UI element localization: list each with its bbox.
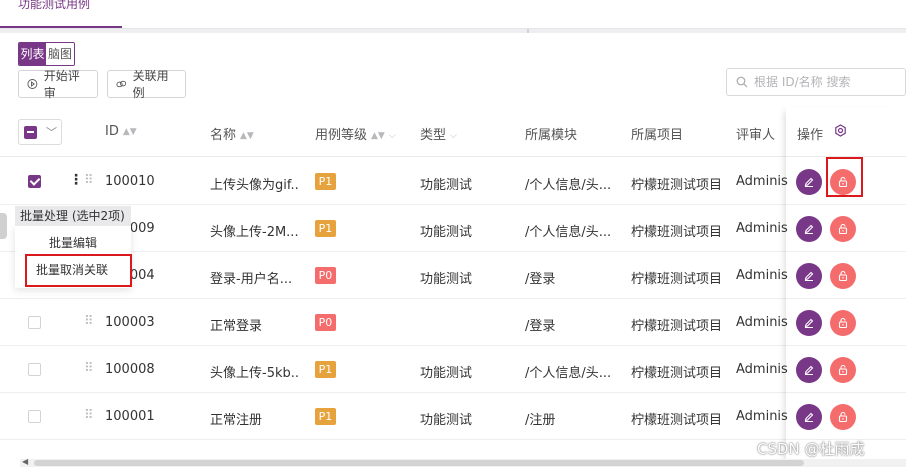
sort-icon[interactable]: ▲▼	[123, 127, 137, 137]
cell-name: 登录-用户名...	[210, 272, 293, 287]
link-icon	[116, 80, 127, 88]
play-circle-icon	[27, 79, 38, 89]
col-module: 所属模块	[525, 128, 578, 143]
col-reviewer: 评审人	[736, 128, 776, 143]
col-id-label: ID	[105, 124, 119, 139]
row-checkbox[interactable]	[28, 410, 41, 423]
cell-id: 100003	[105, 315, 155, 330]
cell-reviewer: Administ	[736, 362, 788, 377]
col-type-label: 类型	[420, 128, 447, 143]
col-name[interactable]: 名称 ▲▼	[210, 124, 254, 143]
col-type[interactable]: 类型 ⌵	[420, 124, 457, 143]
row-checkbox[interactable]	[28, 175, 41, 188]
table-header: ﹀ ID ▲▼ 名称 ▲▼ 用例等级 ▲▼ ⌵ 类型 ⌵ 所属模块 所属项目 评审人 操作	[0, 107, 906, 157]
cell-project: 柠檬班测试项目	[631, 366, 723, 381]
batch-title: 批量处理 (选中2项)	[15, 206, 131, 226]
start-review-button[interactable]: 开始评审	[18, 69, 98, 100]
sort-icon[interactable]: ▲▼	[240, 131, 254, 141]
cell-id: 100010	[105, 174, 155, 189]
start-review-label: 开始评审	[43, 69, 80, 100]
cell-name: 正常注册	[210, 413, 263, 428]
select-all-dropdown[interactable]: ﹀	[18, 119, 62, 145]
cell-reviewer: Administ	[736, 409, 788, 424]
cell-project: 柠檬班测试项目	[631, 225, 723, 240]
cell-type: 功能测试	[420, 178, 473, 193]
horizontal-scrollbar[interactable]: ◀	[20, 457, 906, 467]
cell-reviewer: Administ	[736, 315, 788, 330]
drag-handle-icon[interactable]: ⠿	[84, 173, 93, 188]
cell-type: 功能测试	[420, 272, 473, 287]
cell-module: /登录	[525, 272, 556, 287]
col-level-label: 用例等级	[315, 128, 368, 143]
view-list-button[interactable]: 列表	[19, 43, 46, 65]
col-project: 所属项目	[631, 128, 684, 143]
cell-type: 功能测试	[420, 413, 473, 428]
priority-badge: P1	[315, 361, 336, 378]
scrollbar-thumb[interactable]	[34, 460, 804, 466]
cell-module: /个人信息/头...	[525, 366, 612, 381]
search-icon	[736, 76, 748, 88]
priority-badge: P1	[315, 408, 336, 425]
cell-module: /登录	[525, 319, 556, 334]
drag-handle-icon[interactable]: ⠿	[84, 314, 93, 329]
cell-name: 头像上传-2M...	[210, 225, 299, 240]
col-id[interactable]: ID ▲▼	[105, 124, 137, 139]
view-switch: 列表 脑图	[18, 42, 75, 66]
priority-badge: P1	[315, 173, 336, 190]
col-name-label: 名称	[210, 128, 237, 143]
link-cases-label: 关联用例	[132, 69, 169, 100]
search-input[interactable]	[754, 75, 904, 89]
batch-unlink-item[interactable]: 批量取消关联	[25, 254, 132, 287]
priority-badge: P0	[315, 267, 336, 284]
link-cases-button[interactable]: 关联用例	[107, 69, 186, 100]
watermark: CSDN @杜雨成	[757, 440, 865, 458]
cell-name: 头像上传-5kb...	[210, 366, 300, 381]
more-vertical-icon[interactable]: ⋮	[69, 172, 83, 188]
table-row[interactable]: ⠿100004登录-用户名...功能测试/登录柠檬班测试项目AdministP0	[0, 252, 906, 299]
col-level[interactable]: 用例等级 ▲▼ ⌵	[315, 124, 396, 143]
top-divider	[0, 29, 906, 33]
cell-reviewer: Administ	[736, 174, 788, 189]
cell-module: /注册	[525, 413, 556, 428]
priority-badge: P1	[315, 220, 336, 237]
cell-name: 上传头像为gif...	[210, 178, 300, 193]
side-drag-handle[interactable]	[0, 213, 7, 239]
cell-type: 功能测试	[420, 366, 473, 381]
cell-module: /个人信息/头...	[525, 178, 612, 193]
cell-name: 正常登录	[210, 319, 263, 334]
cell-id: 100001	[105, 409, 155, 424]
highlight-unlink-annotation	[826, 157, 863, 197]
case-table: ﹀ ID ▲▼ 名称 ▲▼ 用例等级 ▲▼ ⌵ 类型 ⌵ 所属模块 所属项目 评审人 操作…	[0, 107, 906, 467]
cell-project: 柠檬班测试项目	[631, 413, 723, 428]
tab-functional-cases[interactable]: 功能测试用例	[0, 0, 122, 28]
priority-badge: P0	[315, 314, 336, 331]
table-row[interactable]: ⠿ 100003 正常登录/登录 柠檬班测试项目 Administ P0	[0, 299, 906, 346]
cell-project: 柠檬班测试项目	[631, 178, 723, 193]
table-row[interactable]: ⠿ 100008 头像上传-5kb... 功能测试/个人信息/头... 柠檬班测试项目 A…	[0, 346, 906, 393]
cell-reviewer: Administ	[736, 268, 788, 283]
filter-chevron-icon[interactable]: ⌵	[389, 131, 396, 141]
chevron-down-icon[interactable]: ﹀	[46, 124, 57, 140]
filter-chevron-icon[interactable]: ⌵	[450, 131, 457, 141]
view-mindmap-button[interactable]: 脑图	[46, 43, 74, 65]
drag-handle-icon[interactable]: ⠿	[84, 361, 93, 376]
select-all-checkbox[interactable]	[24, 126, 37, 139]
cell-project: 柠檬班测试项目	[631, 272, 723, 287]
drag-handle-icon[interactable]: ⠿	[84, 408, 93, 423]
row-checkbox[interactable]	[28, 363, 41, 376]
table-row[interactable]: ⠿100009头像上传-2M...功能测试/个人信息/头...柠檬班测试项目Ad…	[0, 205, 906, 252]
scroll-left-icon[interactable]: ◀	[22, 457, 28, 466]
search-box	[726, 68, 906, 96]
cell-type: 功能测试	[420, 225, 473, 240]
table-row[interactable]: ⋮ ⠿ 100010 上传头像为gif... 功能测试/个人信息/头... 柠檬班测试项目…	[0, 158, 906, 205]
cell-module: /个人信息/头...	[525, 225, 612, 240]
row-checkbox[interactable]	[28, 316, 41, 329]
cell-project: 柠檬班测试项目	[631, 319, 723, 334]
sort-icon[interactable]: ▲▼	[371, 131, 385, 141]
table-row[interactable]: ⠿ 100001 正常注册 功能测试/注册 柠檬班测试项目 Administ P1	[0, 393, 906, 440]
cell-id: 100008	[105, 362, 155, 377]
batch-edit-item[interactable]: 批量编辑	[49, 234, 97, 251]
cell-reviewer: Administ	[736, 221, 788, 236]
